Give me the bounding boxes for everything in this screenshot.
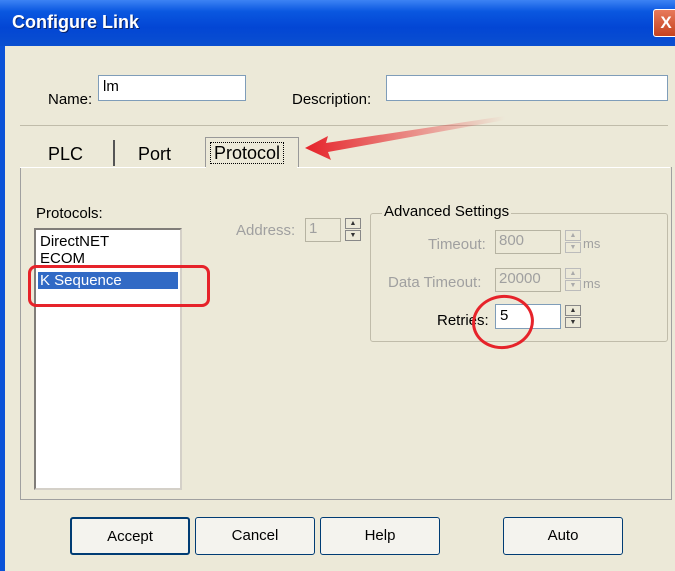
spin-down-icon[interactable]: ▼ bbox=[565, 280, 581, 291]
title-bar[interactable]: Configure Link X bbox=[0, 0, 675, 46]
spin-up-icon[interactable]: ▲ bbox=[345, 218, 361, 229]
tab-port[interactable]: Port bbox=[138, 140, 171, 168]
spin-up-icon[interactable]: ▲ bbox=[565, 268, 581, 279]
annotation-arrow bbox=[305, 116, 505, 160]
protocols-label: Protocols: bbox=[36, 205, 103, 222]
description-label: Description: bbox=[292, 91, 372, 108]
data-timeout-spinner[interactable]: ▲ ▼ bbox=[565, 268, 581, 292]
tab-protocol[interactable]: Protocol bbox=[205, 137, 299, 168]
timeout-unit: ms bbox=[583, 236, 601, 251]
spin-down-icon[interactable]: ▼ bbox=[345, 230, 361, 241]
data-timeout-label: Data Timeout: bbox=[388, 274, 482, 291]
close-icon[interactable]: X bbox=[653, 9, 675, 37]
data-timeout-field[interactable]: 20000 bbox=[495, 268, 561, 292]
spin-up-icon[interactable]: ▲ bbox=[565, 230, 581, 241]
address-field[interactable]: 1 bbox=[305, 218, 341, 242]
tab-plc[interactable]: PLC bbox=[48, 140, 83, 168]
spin-up-icon[interactable]: ▲ bbox=[565, 305, 581, 316]
name-field[interactable]: lm bbox=[98, 75, 246, 101]
cancel-button[interactable]: Cancel bbox=[195, 517, 315, 555]
timeout-label: Timeout: bbox=[428, 236, 486, 253]
data-timeout-unit: ms bbox=[583, 276, 601, 291]
timeout-spinner[interactable]: ▲ ▼ bbox=[565, 230, 581, 254]
panel-edge bbox=[20, 167, 206, 168]
spin-down-icon[interactable]: ▼ bbox=[565, 317, 581, 328]
description-field[interactable] bbox=[386, 75, 668, 101]
spin-down-icon[interactable]: ▼ bbox=[565, 242, 581, 253]
advanced-settings-title: Advanced Settings bbox=[382, 203, 512, 220]
address-spinner[interactable]: ▲ ▼ bbox=[345, 218, 361, 242]
address-label: Address: bbox=[236, 222, 296, 239]
annotation-highlight-box bbox=[28, 265, 210, 307]
accept-button[interactable]: Accept bbox=[70, 517, 190, 555]
list-item[interactable]: DirectNET bbox=[40, 233, 109, 250]
auto-button[interactable]: Auto bbox=[503, 517, 623, 555]
timeout-field[interactable]: 800 bbox=[495, 230, 561, 254]
help-button[interactable]: Help bbox=[320, 517, 440, 555]
retries-spinner[interactable]: ▲ ▼ bbox=[565, 305, 581, 329]
name-label: Name: bbox=[48, 91, 93, 108]
tab-divider bbox=[113, 140, 115, 166]
panel-edge bbox=[297, 167, 670, 168]
window-frame bbox=[0, 46, 5, 571]
tab-protocol-label: Protocol bbox=[210, 142, 285, 164]
configure-link-dialog: Configure Link X Name: lm Description: P… bbox=[0, 0, 675, 571]
window-title: Configure Link bbox=[12, 12, 139, 32]
